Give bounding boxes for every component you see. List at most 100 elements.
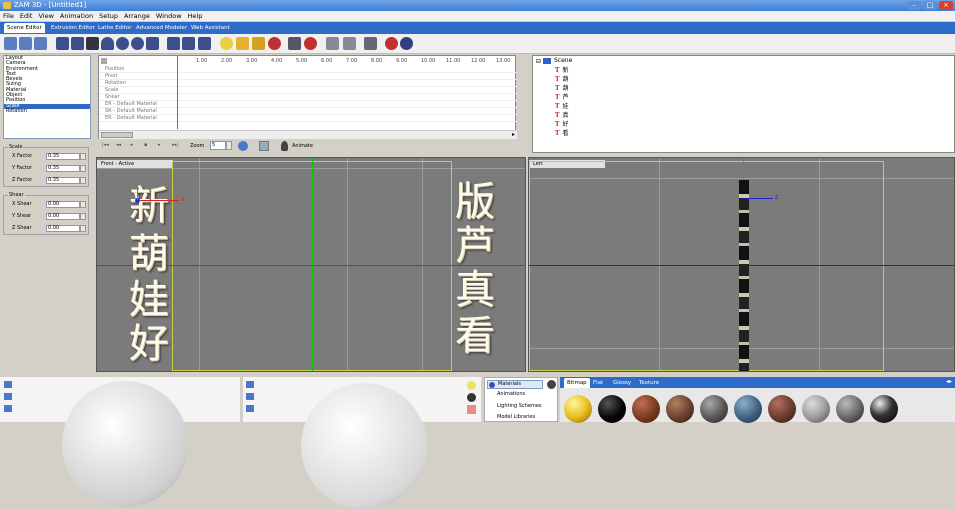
- zoom-stepper[interactable]: [226, 141, 232, 150]
- record-icon[interactable]: [304, 37, 317, 50]
- menu-help[interactable]: Help: [185, 11, 206, 22]
- tab-advanced-modeler[interactable]: Advanced Modeler: [133, 23, 190, 33]
- material-swatch[interactable]: [700, 395, 728, 423]
- preview-tool-icon[interactable]: [246, 381, 254, 388]
- gizmo-z-axis[interactable]: [743, 198, 773, 199]
- keyframe-icon[interactable]: [259, 141, 269, 151]
- track-row[interactable]: Position: [99, 66, 517, 73]
- next-frame-icon[interactable]: ▸: [158, 142, 161, 148]
- tab-lathe-editor[interactable]: Lathe Editor: [95, 23, 135, 33]
- material-swatch[interactable]: [734, 395, 762, 423]
- minimize-icon[interactable]: –: [907, 1, 921, 10]
- track-row[interactable]: SR - Default Material: [99, 108, 517, 115]
- y-factor-input[interactable]: 0.35: [46, 165, 80, 172]
- tab-scene-editor[interactable]: Scene Editor: [4, 23, 45, 33]
- menu-arrange[interactable]: Arrange: [121, 11, 153, 22]
- gizmo-x-icon[interactable]: x: [181, 196, 185, 203]
- scene-node[interactable]: T好: [555, 121, 568, 129]
- z-shear-stepper[interactable]: [80, 225, 86, 232]
- tab-bitmap[interactable]: Bitmap: [564, 378, 590, 388]
- material-swatch[interactable]: [768, 395, 796, 423]
- material-preview-2[interactable]: [243, 377, 481, 509]
- star-icon[interactable]: [198, 37, 211, 50]
- tab-extrusion-editor[interactable]: Extrusion Editor: [48, 23, 98, 33]
- scene-node[interactable]: T娃: [555, 103, 568, 111]
- play-icon[interactable]: ▪: [144, 142, 147, 148]
- y-shear-input[interactable]: 0.00: [46, 213, 80, 220]
- scene-node[interactable]: T葫: [555, 85, 568, 93]
- text-object-side-view[interactable]: [739, 180, 749, 371]
- scroll-right-icon[interactable]: ▸: [512, 131, 515, 138]
- text-char-ban[interactable]: 版: [455, 180, 495, 224]
- tab-glossy[interactable]: Glossy: [610, 378, 634, 388]
- menu-animation[interactable]: Animation: [57, 11, 96, 22]
- text-char-hu[interactable]: 葫: [129, 232, 169, 276]
- preview-tool-icon[interactable]: [246, 405, 254, 412]
- viewport-front[interactable]: Front - Active 新 葫 娃 好 版 芦 真 看 x: [96, 157, 526, 372]
- last-frame-icon[interactable]: ▸▸|: [172, 142, 179, 148]
- timeline-grid-icon[interactable]: [101, 58, 107, 64]
- track-row[interactable]: Shear: [99, 94, 517, 101]
- gallery-scroll-icon[interactable]: ◂▸: [946, 378, 952, 385]
- material-swatch[interactable]: [564, 395, 592, 423]
- spotlight-icon[interactable]: [236, 37, 249, 50]
- preview-tool-icon[interactable]: [4, 393, 12, 400]
- text-char-lu[interactable]: 芦: [455, 224, 495, 268]
- text-char-kan[interactable]: 看: [455, 314, 495, 358]
- shape-sphere-icon[interactable]: [116, 37, 129, 50]
- align-icon[interactable]: [326, 37, 339, 50]
- gizmo-x-axis[interactable]: [139, 200, 179, 201]
- menu-window[interactable]: Window: [153, 11, 185, 22]
- gizmo-z-icon[interactable]: z: [775, 194, 778, 201]
- tab-web-assistant[interactable]: Web Assistant: [188, 23, 233, 33]
- prev-frame-icon[interactable]: ◂: [130, 142, 133, 148]
- material-swatch[interactable]: [802, 395, 830, 423]
- light-icon[interactable]: [467, 381, 476, 390]
- scene-node[interactable]: T真: [555, 112, 568, 120]
- library-item-lighting[interactable]: Lighting Schemes: [487, 403, 542, 409]
- viewport-left[interactable]: Left z: [528, 157, 955, 372]
- time-cursor[interactable]: [177, 56, 178, 129]
- help-icon[interactable]: [400, 37, 413, 50]
- crop-icon[interactable]: [343, 37, 356, 50]
- shape-cone-icon[interactable]: [71, 37, 84, 50]
- gizmo-y-axis[interactable]: [137, 180, 138, 200]
- new-scene-icon[interactable]: [4, 37, 17, 50]
- material-preview-1[interactable]: [0, 377, 240, 507]
- tab-flat[interactable]: Flat: [590, 378, 606, 388]
- collapse-icon[interactable]: ⊟: [536, 58, 541, 65]
- x-factor-input[interactable]: 0.35: [46, 153, 80, 160]
- undo-icon[interactable]: [385, 37, 398, 50]
- prev-key-icon[interactable]: ◂◂: [116, 142, 121, 148]
- timeline-ruler[interactable]: 1.00 2.00 3.00 4.00 5.00 6.00 7.00 8.00 …: [177, 58, 515, 65]
- shape-cylinder-icon[interactable]: [56, 37, 69, 50]
- animate-icon[interactable]: [281, 141, 288, 151]
- y-factor-stepper[interactable]: [80, 165, 86, 172]
- text-char-hao[interactable]: 好: [129, 322, 169, 366]
- x-shear-input[interactable]: 0.00: [46, 201, 80, 208]
- light-bulb-icon[interactable]: [252, 37, 265, 50]
- animate-label[interactable]: Animate: [292, 143, 313, 149]
- scene-node[interactable]: T看: [555, 130, 568, 138]
- z-shear-input[interactable]: 0.00: [46, 225, 80, 232]
- shape-tube-icon[interactable]: [167, 37, 180, 50]
- y-shear-stepper[interactable]: [80, 213, 86, 220]
- shape-torus-icon[interactable]: [131, 37, 144, 50]
- preview-tool-icon[interactable]: [4, 381, 12, 388]
- library-item-models[interactable]: Model Libraries: [487, 414, 535, 420]
- text-object-icon[interactable]: [19, 37, 32, 50]
- preview-tool-icon[interactable]: [246, 393, 254, 400]
- scene-node[interactable]: T芦: [555, 94, 568, 102]
- tab-texture[interactable]: Texture: [636, 378, 662, 388]
- material-swatch[interactable]: [666, 395, 694, 423]
- prop-rotation[interactable]: Rotation: [4, 108, 90, 114]
- z-factor-input[interactable]: 0.35: [46, 177, 80, 184]
- track-row[interactable]: ER - Default Material: [99, 101, 517, 108]
- menu-edit[interactable]: Edit: [17, 11, 36, 22]
- text-char-zhen[interactable]: 真: [455, 268, 495, 312]
- camera-icon[interactable]: [467, 393, 476, 402]
- preview-tool-icon[interactable]: [4, 405, 12, 412]
- extrusion-icon[interactable]: [34, 37, 47, 50]
- group-icon[interactable]: [288, 37, 301, 50]
- delete-icon[interactable]: [467, 405, 476, 414]
